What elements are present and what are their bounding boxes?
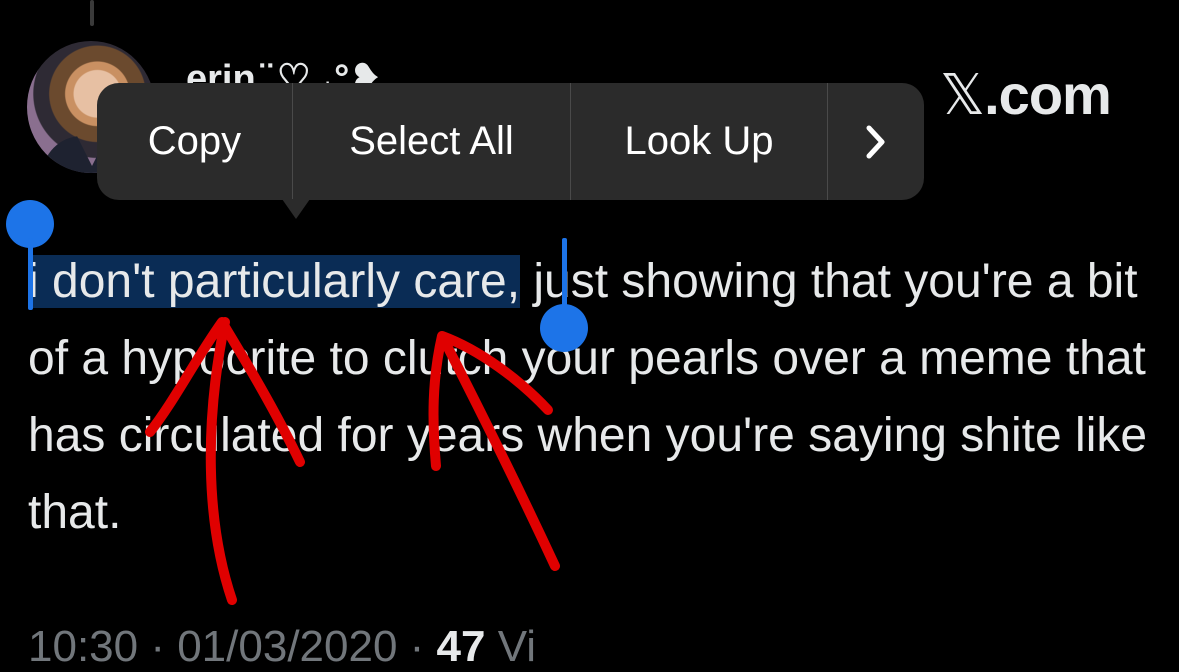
selection-end-handle[interactable] [540, 304, 588, 352]
x-logo-icon: 𝕏 [940, 63, 985, 128]
views-label: Vi [485, 622, 537, 671]
text-context-menu: Copy Select All Look Up [97, 83, 924, 200]
tweet-timestamp: 10:30 · 01/03/2020 · [28, 622, 437, 671]
copy-button[interactable]: Copy [97, 83, 292, 200]
tweet-meta: 10:30 · 01/03/2020 · 47 Vi [28, 622, 536, 672]
thread-line [90, 0, 94, 26]
selection-start-bar [28, 238, 33, 310]
menu-pointer [282, 199, 310, 219]
chevron-right-icon [866, 125, 885, 158]
site-watermark: 𝕏.com [940, 62, 1112, 128]
more-options-button[interactable] [828, 83, 924, 200]
site-suffix: .com [984, 63, 1112, 126]
username[interactable]: erin ̈ ♡ ˖°❥ [186, 56, 381, 86]
selection-end-bar [562, 238, 567, 310]
select-all-button[interactable]: Select All [293, 83, 570, 200]
tweet-text: i don't particularly care, just showing … [28, 243, 1158, 551]
views-count: 47 [436, 622, 486, 671]
look-up-button[interactable]: Look Up [571, 83, 827, 200]
selected-text[interactable]: i don't particularly care, [28, 255, 521, 308]
